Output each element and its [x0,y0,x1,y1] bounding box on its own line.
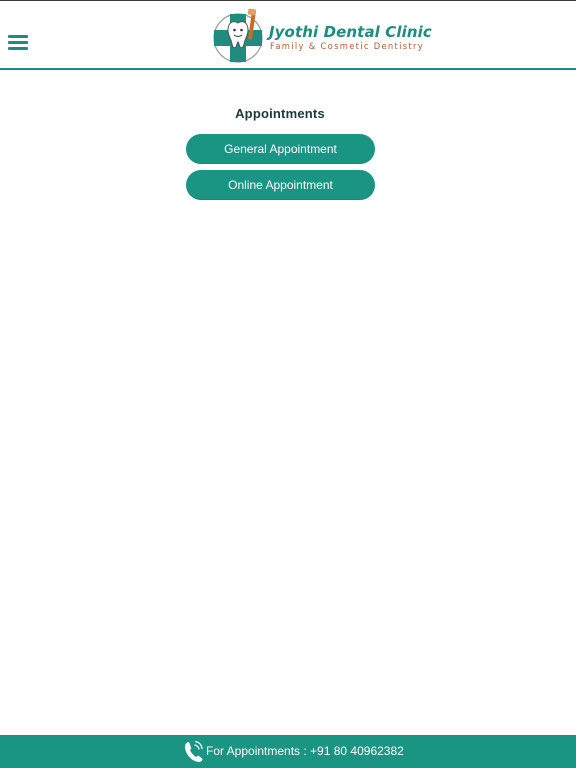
hamburger-menu-icon[interactable] [8,32,29,53]
footer-bar: For Appointments : +91 80 40962382 [0,735,576,768]
page-title: Appointments [235,106,325,121]
app-screen: Jyothi Dental Clinic Family & Cosmetic D… [0,0,576,768]
phone-icon[interactable] [183,740,204,764]
general-appointment-button[interactable]: General Appointment [186,134,375,164]
clinic-logo[interactable]: Jyothi Dental Clinic Family & Cosmetic D… [212,6,442,66]
header-bar: Jyothi Dental Clinic Family & Cosmetic D… [0,0,576,70]
menu-bar-line [8,47,28,50]
logo-title: Jyothi Dental Clinic [269,23,432,41]
menu-bar-line [8,35,28,38]
dental-cross-tooth-emblem-icon [213,8,263,63]
appointment-phone-link[interactable]: For Appointments : +91 80 40962382 [206,744,404,758]
online-appointment-button[interactable]: Online Appointment [186,170,375,200]
menu-bar-line [8,41,28,44]
logo-subtitle: Family & Cosmetic Dentistry [270,41,424,51]
